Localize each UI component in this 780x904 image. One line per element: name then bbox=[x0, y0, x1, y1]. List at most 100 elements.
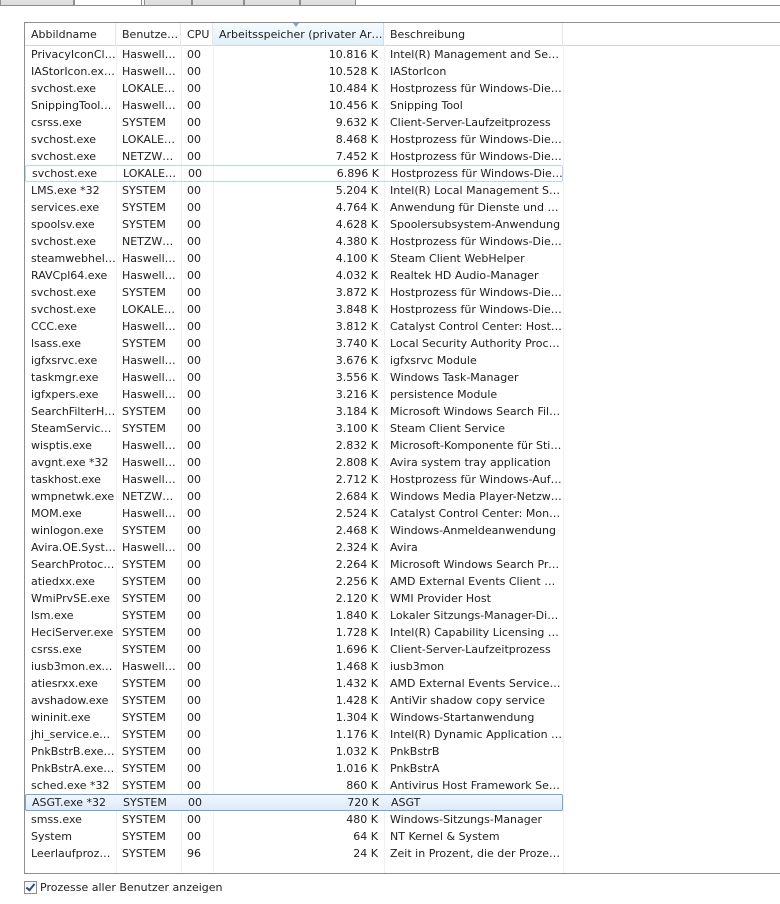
column-header-user[interactable]: Benutze… bbox=[116, 23, 181, 45]
process-user: LOKALE… bbox=[122, 82, 176, 95]
table-row[interactable]: wininit.exe SYSTEM 00 1.304 K Windows-Starta… bbox=[25, 709, 563, 726]
process-cpu: 00 bbox=[187, 320, 201, 333]
table-row[interactable]: SteamService… SYSTEM 00 3.100 K Steam Client… bbox=[25, 420, 563, 437]
process-cpu: 00 bbox=[187, 507, 201, 520]
process-cpu: 00 bbox=[187, 269, 201, 282]
table-row[interactable]: svchost.exe LOKALE… 00 10.484 K Hostprozess … bbox=[25, 80, 563, 97]
table-row[interactable]: sched.exe *32 SYSTEM 00 860 K Antivirus Host… bbox=[25, 777, 563, 794]
process-description: ASGT bbox=[391, 796, 421, 809]
process-memory: 64 K bbox=[353, 830, 378, 843]
table-row[interactable]: svchost.exe SYSTEM 00 3.872 K Hostprozess fü… bbox=[25, 284, 563, 301]
table-row[interactable]: RAVCpl64.exe Haswell… 00 4.032 K Realtek HD … bbox=[25, 267, 563, 284]
process-memory: 2.832 K bbox=[335, 439, 378, 452]
table-row[interactable]: winlogon.exe SYSTEM 00 2.468 K Windows-Anmel… bbox=[25, 522, 563, 539]
table-row[interactable]: svchost.exe LOKALE… 00 6.896 K Hostprozess f… bbox=[25, 165, 564, 182]
table-row[interactable]: SnippingTool… Haswell… 00 10.456 K Snipping … bbox=[25, 97, 563, 114]
table-row[interactable]: taskmgr.exe Haswell… 00 3.556 K Windows Task… bbox=[25, 369, 563, 386]
process-user: Haswell… bbox=[122, 65, 176, 78]
process-user: SYSTEM bbox=[122, 728, 166, 741]
table-row[interactable]: lsass.exe SYSTEM 00 3.740 K Local Security A… bbox=[25, 335, 563, 352]
process-user: SYSTEM bbox=[122, 558, 166, 571]
column-header-memory[interactable]: Arbeitsspeicher (privater Arbei… bbox=[213, 23, 384, 45]
table-row[interactable]: MOM.exe Haswell… 00 2.524 K Catalyst Control… bbox=[25, 505, 563, 522]
table-row[interactable]: CCC.exe Haswell… 00 3.812 K Catalyst Control… bbox=[25, 318, 563, 335]
table-row[interactable]: SearchProtoc… SYSTEM 00 2.264 K Microsoft Wi… bbox=[25, 556, 563, 573]
process-memory: 3.848 K bbox=[335, 303, 378, 316]
process-name: WmiPrvSE.exe bbox=[31, 592, 111, 605]
table-row[interactable]: atiedxx.exe SYSTEM 00 2.256 K AMD External E… bbox=[25, 573, 563, 590]
table-row[interactable]: PnkBstrA.exe … SYSTEM 00 1.016 K PnkBstrA bbox=[25, 760, 563, 777]
process-name: Avira.OE.Syst… bbox=[31, 541, 116, 554]
process-cpu: 00 bbox=[187, 677, 201, 690]
process-cpu: 00 bbox=[187, 711, 201, 724]
table-row[interactable]: services.exe SYSTEM 00 4.764 K Anwendung für… bbox=[25, 199, 563, 216]
column-header-image-name[interactable]: Abbildname bbox=[25, 23, 116, 45]
process-memory: 2.712 K bbox=[335, 473, 378, 486]
table-row[interactable]: SearchFilterH… SYSTEM 00 3.184 K Microsoft W… bbox=[25, 403, 563, 420]
process-cpu: 00 bbox=[187, 830, 201, 843]
process-user: Haswell… bbox=[122, 456, 176, 469]
process-cpu: 00 bbox=[187, 439, 201, 452]
table-row[interactable]: csrss.exe SYSTEM 00 9.632 K Client-Server-La… bbox=[25, 114, 563, 131]
process-description: Avira system tray application bbox=[390, 456, 551, 469]
table-row[interactable]: Avira.OE.Syst… Haswell… 00 2.324 K Avira bbox=[25, 539, 563, 556]
table-row[interactable]: System SYSTEM 00 64 K NT Kernel & System bbox=[25, 828, 563, 845]
process-description: AMD External Events Service M… bbox=[390, 677, 563, 690]
table-row[interactable]: avgnt.exe *32 Haswell… 00 2.808 K Avira syst… bbox=[25, 454, 563, 471]
table-row[interactable]: igfxpers.exe Haswell… 00 3.216 K persistence… bbox=[25, 386, 563, 403]
table-row[interactable]: svchost.exe NETZW… 00 7.452 K Hostprozess fü… bbox=[25, 148, 563, 165]
table-row[interactable]: igfxsrvc.exe Haswell… 00 3.676 K igfxsrvc Mo… bbox=[25, 352, 563, 369]
table-row[interactable]: PnkBstrB.exe … SYSTEM 00 1.032 K PnkBstrB bbox=[25, 743, 563, 760]
table-row[interactable]: lsm.exe SYSTEM 00 1.840 K Lokaler Sitzungs-M… bbox=[25, 607, 563, 624]
table-row[interactable]: avshadow.exe SYSTEM 00 1.428 K AntiVir shado… bbox=[25, 692, 563, 709]
process-memory: 3.216 K bbox=[335, 388, 378, 401]
process-cpu: 00 bbox=[187, 354, 201, 367]
table-row[interactable]: IAStorIcon.ex… Haswell… 00 10.528 K IAStorIc… bbox=[25, 63, 563, 80]
table-row[interactable]: wisptis.exe Haswell… 00 2.832 K Microsoft-Ko… bbox=[25, 437, 563, 454]
show-all-users-checkbox[interactable] bbox=[24, 881, 37, 894]
table-row[interactable]: steamwebhel… Haswell… 00 4.100 K Steam Clien… bbox=[25, 250, 563, 267]
table-row[interactable]: jhi_service.ex… SYSTEM 00 1.176 K Intel(R) D… bbox=[25, 726, 563, 743]
table-row[interactable]: smss.exe SYSTEM 00 480 K Windows-Sitzungs-Ma… bbox=[25, 811, 563, 828]
process-name: HeciServer.exe bbox=[31, 626, 114, 639]
table-row[interactable]: Leerlaufprozess SYSTEM 96 24 K Zeit in Proze… bbox=[25, 845, 563, 862]
process-user: SYSTEM bbox=[122, 337, 166, 350]
process-cpu: 00 bbox=[187, 592, 201, 605]
table-row[interactable]: iusb3mon.exe… Haswell… 00 1.468 K iusb3mon bbox=[25, 658, 563, 675]
table-row[interactable]: PrivacyIconCli… Haswell… 00 10.816 K Intel(R… bbox=[25, 46, 563, 63]
process-description: Microsoft-Komponente für Stift-… bbox=[390, 439, 563, 452]
table-row[interactable]: HeciServer.exe SYSTEM 00 1.728 K Intel(R) Ca… bbox=[25, 624, 563, 641]
process-user: SYSTEM bbox=[122, 711, 166, 724]
table-row[interactable]: svchost.exe LOKALE… 00 3.848 K Hostprozess f… bbox=[25, 301, 563, 318]
table-row[interactable]: ASGT.exe *32 SYSTEM 00 720 K ASGT bbox=[25, 794, 563, 811]
table-row[interactable]: svchost.exe LOKALE… 00 8.468 K Hostprozess f… bbox=[25, 131, 563, 148]
process-memory: 3.676 K bbox=[335, 354, 378, 367]
column-header-description[interactable]: Beschreibung bbox=[384, 23, 563, 45]
process-user: SYSTEM bbox=[122, 405, 166, 418]
column-header-cpu[interactable]: CPU bbox=[181, 23, 213, 45]
table-row[interactable]: spoolsv.exe SYSTEM 00 4.628 K Spoolersubsyst… bbox=[25, 216, 563, 233]
show-all-users-label: Prozesse aller Benutzer anzeigen bbox=[40, 881, 223, 894]
process-memory: 1.696 K bbox=[335, 643, 378, 656]
table-row[interactable]: wmpnetwk.exe NETZW… 00 2.684 K Windows Media… bbox=[25, 488, 563, 505]
table-row[interactable]: svchost.exe NETZW… 00 4.380 K Hostprozess fü… bbox=[25, 233, 563, 250]
process-user: SYSTEM bbox=[122, 422, 166, 435]
process-memory: 4.100 K bbox=[335, 252, 378, 265]
process-list[interactable]: Abbildname Benutze… CPU Arbeitsspeicher … bbox=[24, 22, 780, 874]
process-name: iusb3mon.exe… bbox=[31, 660, 116, 673]
process-cpu: 00 bbox=[187, 405, 201, 418]
process-memory: 8.468 K bbox=[335, 133, 378, 146]
table-row[interactable]: WmiPrvSE.exe SYSTEM 00 2.120 K WMI Provider … bbox=[25, 590, 563, 607]
process-name: svchost.exe bbox=[32, 167, 98, 180]
process-name: sched.exe *32 bbox=[31, 779, 110, 792]
process-memory: 2.256 K bbox=[335, 575, 378, 588]
table-row[interactable]: csrss.exe SYSTEM 00 1.696 K Client-Server-La… bbox=[25, 641, 563, 658]
process-memory: 2.808 K bbox=[335, 456, 378, 469]
process-name: PnkBstrA.exe … bbox=[31, 762, 116, 775]
process-description: Catalyst Control Center: Host a… bbox=[390, 320, 563, 333]
table-row[interactable]: LMS.exe *32 SYSTEM 00 5.204 K Intel(R) Local… bbox=[25, 182, 563, 199]
table-row[interactable]: taskhost.exe Haswell… 00 2.712 K Hostprozess… bbox=[25, 471, 563, 488]
table-row[interactable]: atiesrxx.exe SYSTEM 00 1.432 K AMD External … bbox=[25, 675, 563, 692]
process-cpu: 00 bbox=[187, 65, 201, 78]
process-memory: 2.264 K bbox=[335, 558, 378, 571]
